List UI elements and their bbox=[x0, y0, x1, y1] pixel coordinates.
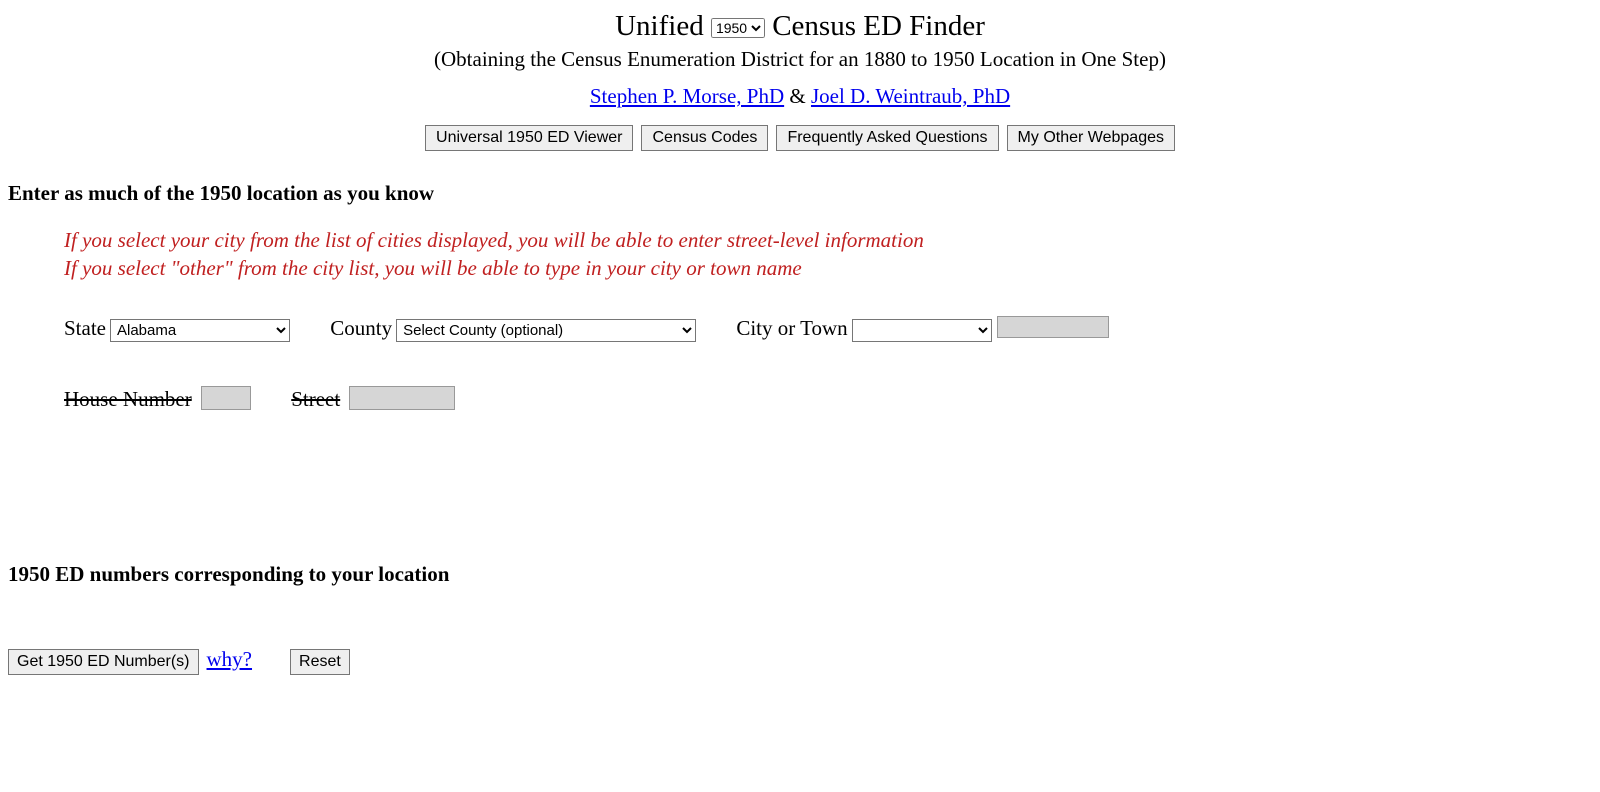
title-suffix: Census ED Finder bbox=[772, 10, 985, 42]
street-input-disabled bbox=[349, 386, 455, 410]
hint-line-1: If you select your city from the list of… bbox=[64, 226, 1592, 254]
year-select[interactable]: 1950 bbox=[711, 18, 765, 38]
city-label: City or Town bbox=[736, 316, 847, 340]
location-row-2: House Number Street bbox=[64, 382, 1592, 412]
authors-ampersand: & bbox=[784, 84, 811, 108]
house-number-input-disabled bbox=[201, 386, 251, 410]
ed-viewer-button[interactable]: Universal 1950 ED Viewer bbox=[425, 125, 633, 151]
reset-button[interactable]: Reset bbox=[290, 649, 350, 675]
author-link-morse[interactable]: Stephen P. Morse, PhD bbox=[590, 84, 784, 108]
state-select[interactable]: Alabama bbox=[110, 319, 290, 342]
county-select[interactable]: Select County (optional) bbox=[396, 319, 696, 342]
house-number-label: House Number bbox=[64, 387, 192, 411]
author-link-weintraub[interactable]: Joel D. Weintraub, PhD bbox=[811, 84, 1010, 108]
city-select[interactable] bbox=[852, 319, 992, 342]
nav-buttons-row: Universal 1950 ED Viewer Census Codes Fr… bbox=[8, 125, 1592, 151]
page-subtitle: (Obtaining the Census Enumeration Distri… bbox=[8, 47, 1592, 72]
authors-line: Stephen P. Morse, PhD & Joel D. Weintrau… bbox=[8, 84, 1592, 109]
faq-button[interactable]: Frequently Asked Questions bbox=[776, 125, 998, 151]
county-label: County bbox=[330, 316, 392, 340]
get-ed-numbers-button[interactable]: Get 1950 ED Number(s) bbox=[8, 649, 199, 675]
page-title: Unified 1950 Census ED Finder bbox=[8, 10, 1592, 43]
why-link[interactable]: why? bbox=[207, 647, 253, 671]
bottom-buttons-row: Get 1950 ED Number(s) why? Reset bbox=[8, 647, 1592, 675]
section-heading-ed-numbers: 1950 ED numbers corresponding to your lo… bbox=[8, 562, 1592, 587]
hints-block: If you select your city from the list of… bbox=[64, 226, 1592, 283]
location-row-1: StateAlabama CountySelect County (option… bbox=[64, 313, 1592, 342]
title-prefix: Unified bbox=[615, 10, 704, 42]
section-heading-location: Enter as much of the 1950 location as yo… bbox=[8, 181, 1592, 206]
other-webpages-button[interactable]: My Other Webpages bbox=[1007, 125, 1175, 151]
state-label: State bbox=[64, 316, 106, 340]
city-text-input-disabled bbox=[997, 316, 1109, 338]
census-codes-button[interactable]: Census Codes bbox=[641, 125, 768, 151]
hint-line-2: If you select "other" from the city list… bbox=[64, 254, 1592, 282]
header: Unified 1950 Census ED Finder (Obtaining… bbox=[8, 10, 1592, 151]
street-label: Street bbox=[291, 387, 340, 411]
